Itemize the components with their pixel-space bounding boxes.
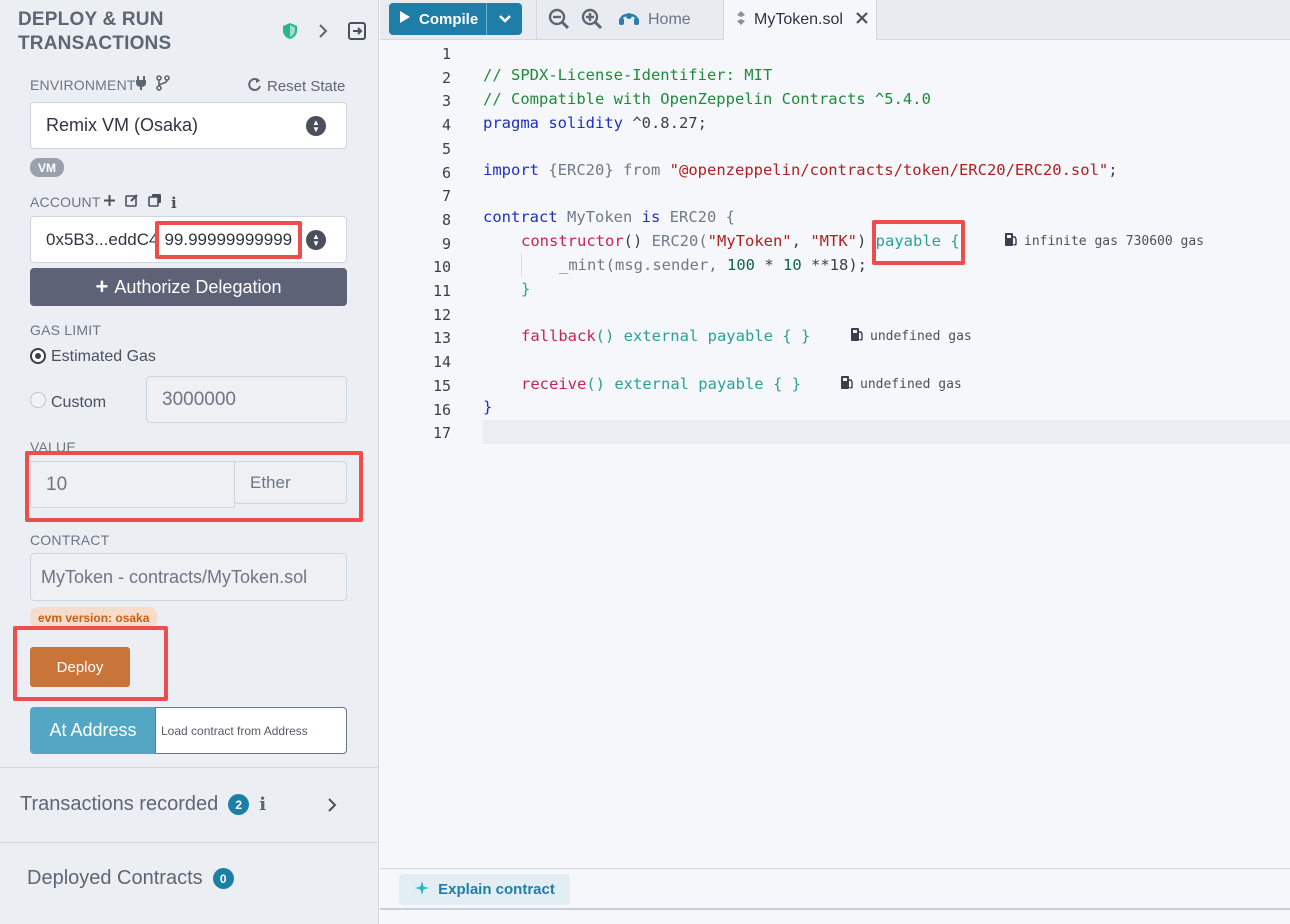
gas-estimate: infinite gas 730600 gas: [1004, 232, 1204, 251]
contract-select[interactable]: MyToken - contracts/MyToken.sol: [30, 553, 347, 601]
divider: [0, 842, 378, 843]
current-line-highlight: [483, 420, 1290, 444]
contract-label: CONTRACT: [30, 532, 110, 548]
account-balance: 99.99999999999: [164, 229, 293, 249]
custom-gas-label: Custom: [51, 394, 107, 411]
value-label: VALUE: [30, 439, 76, 455]
value-unit-select[interactable]: Ether: [234, 461, 347, 504]
estimated-gas-label: Estimated Gas: [51, 348, 156, 365]
panel-title: DEPLOY & RUN TRANSACTIONS: [18, 9, 172, 54]
gas-estimate: undefined gas: [850, 327, 972, 346]
plus-icon[interactable]: [103, 194, 116, 212]
code-line: }: [521, 280, 531, 298]
vm-badge: VM: [30, 158, 64, 177]
plus-icon: +: [95, 274, 109, 299]
fork-icon[interactable]: [156, 75, 170, 96]
gas-estimate: undefined gas: [840, 375, 962, 394]
close-icon[interactable]: [855, 11, 869, 30]
copy-icon[interactable]: [148, 193, 162, 212]
gas-limit-label: GAS LIMIT: [30, 322, 102, 338]
estimated-gas-radio[interactable]: [30, 348, 46, 364]
gas-pump-icon: [850, 327, 864, 346]
at-address-button[interactable]: At Address: [30, 707, 156, 754]
deployed-contracts-row[interactable]: Deployed Contracts 0: [27, 867, 234, 890]
sparkle-icon: [414, 880, 430, 900]
reset-state-button[interactable]: Reset State: [247, 77, 345, 96]
select-arrows-icon: ▲ ▼: [306, 229, 326, 250]
code-line: receive() external payable { } undefined…: [521, 375, 962, 394]
deploy-button[interactable]: Deploy: [30, 647, 130, 687]
sign-out-icon[interactable]: [346, 20, 368, 42]
play-icon: [399, 10, 411, 28]
environment-label: ENVIRONMENT: [30, 77, 136, 93]
line-number: 17: [432, 424, 451, 443]
deployed-count-badge: 0: [212, 868, 234, 889]
select-arrows-icon: ▲ ▼: [306, 115, 326, 136]
transactions-count-badge: 2: [228, 794, 250, 815]
tab-home[interactable]: Home: [618, 0, 703, 40]
divider: [0, 767, 378, 768]
explain-contract-button[interactable]: Explain contract: [399, 874, 570, 905]
code-line: contract MyToken is ERC20 {: [483, 208, 735, 226]
info-icon[interactable]: i: [171, 194, 177, 212]
code-line: import {ERC20} from "@openzeppelin/contr…: [483, 161, 1118, 179]
editor-bottom-bar: Explain contract: [380, 868, 1290, 924]
solidity-file-icon: [736, 10, 746, 31]
plug-icon[interactable]: [134, 75, 148, 96]
environment-select[interactable]: Remix VM (Osaka) ▲ ▼: [30, 102, 347, 149]
account-label: ACCOUNT: [30, 194, 101, 210]
load-contract-address-input[interactable]: Load contract from Address: [155, 707, 347, 754]
gas-pump-icon: [840, 375, 854, 394]
deploy-run-panel: DEPLOY & RUN TRANSACTIONS ENVIRONMENT Re…: [0, 0, 379, 924]
evm-version-badge: evm version: osaka: [30, 607, 158, 628]
code-editor[interactable]: 1 2 3 4 5 6 7 8 9 10 11 12 13 14 15 16 17 // SPDX-Licens…: [380, 40, 1290, 868]
edit-icon[interactable]: [125, 193, 139, 212]
zoom-out-icon[interactable]: [548, 8, 570, 35]
account-select[interactable]: 0x5B3...eddC4 99.99999999999 ▲ ▼: [30, 216, 347, 263]
line-number: 14: [432, 353, 451, 372]
code-line: }: [483, 398, 493, 416]
gas-pump-icon: [1004, 232, 1018, 251]
custom-gas-radio[interactable]: [30, 392, 46, 408]
code-line: fallback() external payable { } undefine…: [521, 327, 972, 346]
code-line: // Compatible with OpenZeppelin Contract…: [483, 90, 931, 108]
transactions-recorded-row[interactable]: Transactions recorded 2 i: [20, 793, 266, 816]
refresh-icon: [247, 77, 262, 96]
code-line: pragma solidity ^0.8.27;: [483, 114, 707, 132]
code-line: constructor() ERC20("MyToken", "MTK") pa…: [521, 232, 1205, 251]
code-line: _mint(msg.sender, 100 * 10 **18);: [380, 253, 1290, 277]
authorize-delegation-button[interactable]: + Authorize Delegation: [30, 268, 347, 306]
compile-options-button[interactable]: [487, 11, 522, 28]
zoom-in-icon[interactable]: [581, 8, 603, 35]
chevron-down-icon: [498, 11, 512, 28]
chevron-right-icon[interactable]: [326, 797, 338, 818]
value-input[interactable]: 10: [30, 461, 235, 508]
code-line: // SPDX-License-Identifier: MIT: [483, 66, 773, 84]
custom-gas-input[interactable]: 3000000: [146, 376, 347, 423]
tab-mytoken-sol[interactable]: MyToken.sol: [724, 0, 876, 40]
chevron-right-icon[interactable]: [312, 20, 334, 42]
info-icon[interactable]: i: [259, 794, 266, 815]
shield-icon[interactable]: [279, 20, 301, 42]
remix-logo-icon: [618, 8, 640, 33]
compile-button[interactable]: Compile: [389, 3, 522, 35]
editor-topbar: Compile Home MyToken.sol: [380, 0, 1290, 40]
